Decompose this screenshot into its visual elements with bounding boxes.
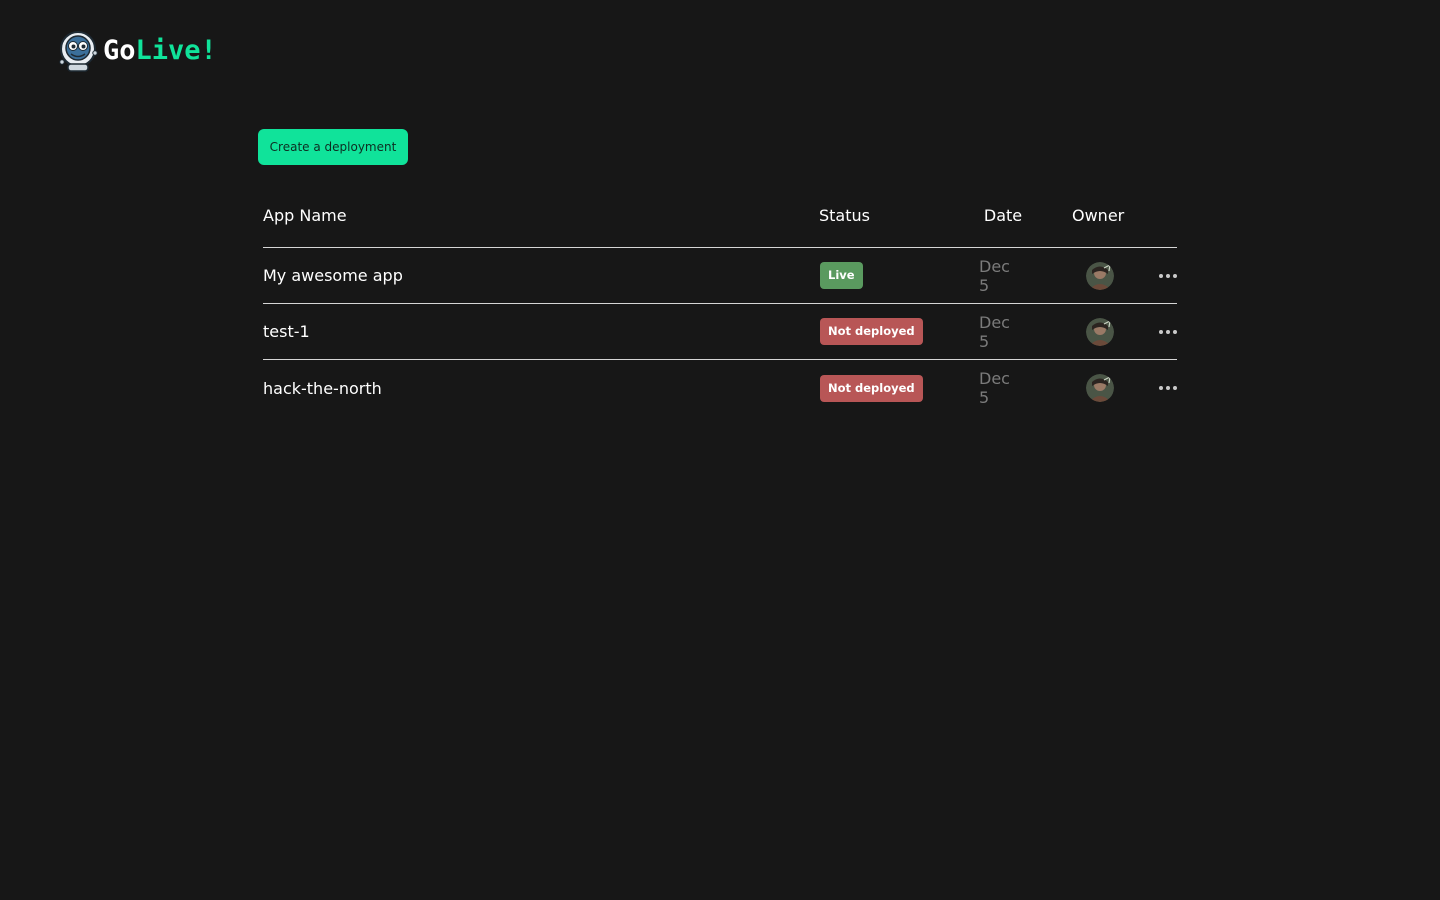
app-name[interactable]: test-1: [263, 322, 310, 341]
status-badge: Not deployed: [820, 318, 923, 345]
more-horizontal-icon[interactable]: [1159, 326, 1177, 338]
table-row[interactable]: hack-the-north Not deployed Dec 5: [263, 360, 1177, 416]
deployment-date: Dec 5: [979, 369, 1010, 407]
column-header-date[interactable]: Date: [979, 188, 1027, 243]
deployment-date: Dec 5: [979, 312, 1010, 351]
create-deployment-button[interactable]: Create a deployment: [258, 129, 408, 165]
more-horizontal-icon[interactable]: [1159, 382, 1177, 394]
app-name[interactable]: hack-the-north: [263, 379, 382, 398]
more-horizontal-icon[interactable]: [1159, 270, 1177, 282]
table-row[interactable]: test-1 Not deployed Dec 5: [263, 304, 1177, 360]
brand-name-go: Go: [103, 35, 136, 66]
deployments-table: App Name Status Date Owner My awesome ap…: [263, 192, 1177, 416]
astronaut-robot-icon: [59, 31, 98, 72]
status-badge: Live: [820, 262, 863, 289]
app-logo[interactable]: GoLive!: [58, 28, 217, 74]
avatar-icon[interactable]: [1086, 374, 1114, 402]
table-header: App Name Status Date Owner: [263, 192, 1177, 248]
brand-name: GoLive!: [103, 28, 217, 74]
column-header-owner[interactable]: Owner: [1072, 188, 1124, 243]
deployment-date: Dec 5: [979, 256, 1010, 295]
column-header-app-name[interactable]: App Name: [263, 188, 347, 243]
avatar-icon[interactable]: [1086, 261, 1114, 290]
app-name[interactable]: My awesome app: [263, 266, 403, 285]
avatar-icon[interactable]: [1086, 317, 1114, 346]
table-row[interactable]: My awesome app Live Dec 5: [263, 248, 1177, 304]
status-badge: Not deployed: [820, 374, 923, 402]
column-header-status[interactable]: Status: [819, 188, 870, 243]
brand-name-live: Live!: [135, 35, 217, 66]
